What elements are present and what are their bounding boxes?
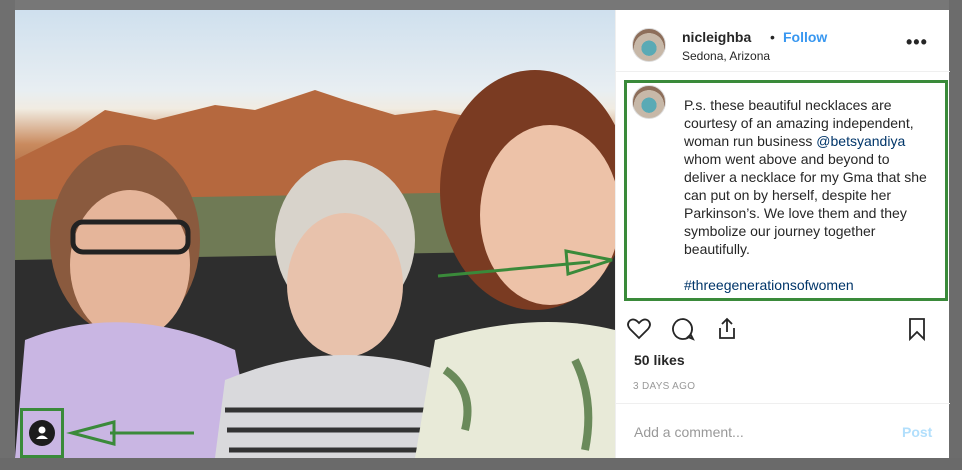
user-tag-glyph — [36, 426, 48, 439]
author-username[interactable]: nicleighba — [682, 29, 751, 45]
post-location[interactable]: Sedona, Arizona — [682, 49, 770, 63]
user-tag-icon[interactable] — [29, 420, 55, 446]
backdrop-top — [0, 0, 962, 10]
author-avatar[interactable] — [632, 28, 666, 62]
post-photo[interactable] — [15, 10, 615, 458]
backdrop-right — [949, 0, 962, 470]
photo-illustration — [15, 70, 615, 458]
heart-icon[interactable] — [626, 316, 652, 342]
share-icon[interactable] — [714, 316, 740, 342]
annotation-box-caption — [624, 80, 948, 301]
divider — [616, 403, 950, 404]
likes-count[interactable]: 50 likes — [634, 352, 685, 368]
post-date[interactable]: 3 DAYS AGO — [633, 381, 695, 392]
comment-icon[interactable] — [670, 316, 696, 342]
follow-button[interactable]: Follow — [783, 29, 827, 45]
bookmark-icon[interactable] — [904, 316, 930, 342]
post-header: nicleighba • Follow Sedona, Arizona ••• — [616, 10, 950, 72]
comment-input[interactable] — [634, 421, 874, 443]
backdrop-left — [0, 0, 15, 470]
backdrop-bottom — [0, 458, 962, 470]
action-bar — [616, 312, 950, 348]
separator-dot: • — [770, 29, 775, 45]
more-options-icon[interactable]: ••• — [906, 32, 928, 53]
post-comment-button[interactable]: Post — [902, 424, 932, 440]
